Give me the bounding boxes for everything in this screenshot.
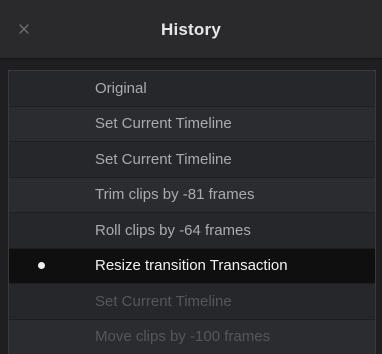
history-item[interactable]: Resize transition Transaction xyxy=(9,248,375,284)
history-panel: Original Set Current Timeline Set Current … xyxy=(0,59,382,354)
history-item-label: Move clips by -100 frames xyxy=(95,328,271,346)
history-item-label: Set Current Timeline xyxy=(95,115,232,133)
history-item[interactable]: Roll clips by -64 frames xyxy=(9,213,375,249)
history-item[interactable]: Set Current Timeline xyxy=(9,284,375,320)
history-window: History Original Set Current Timeline Set … xyxy=(0,0,382,354)
history-item[interactable]: Trim clips by -81 frames xyxy=(9,177,375,213)
history-item-label: Roll clips by -64 frames xyxy=(95,221,251,239)
current-state-dot-icon xyxy=(38,262,45,270)
history-list: Original Set Current Timeline Set Current … xyxy=(8,70,376,354)
title-bar: History xyxy=(0,0,382,59)
history-item-label: Set Current Timeline xyxy=(95,292,232,310)
window-title: History xyxy=(161,20,221,39)
history-item[interactable]: Set Current Timeline xyxy=(9,106,375,142)
history-item-label: Original xyxy=(95,79,147,97)
history-item[interactable]: Set Current Timeline xyxy=(9,142,375,178)
history-item-label: Set Current Timeline xyxy=(95,150,232,168)
history-item-label: Resize transition Transaction xyxy=(95,257,288,275)
history-item[interactable]: Move clips by -100 frames xyxy=(9,319,375,354)
history-item[interactable]: Original xyxy=(9,71,375,107)
history-item-label: Trim clips by -81 frames xyxy=(95,186,255,204)
